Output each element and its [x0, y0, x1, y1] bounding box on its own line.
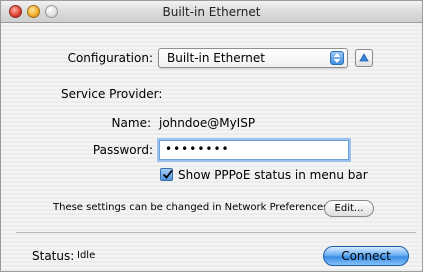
show-status-label[interactable]: Show PPPoE status in menu bar [178, 168, 368, 182]
name-label: Name: [111, 116, 151, 130]
configuration-value: Built-in Ethernet [167, 51, 265, 65]
password-field[interactable]: •••••••• [159, 140, 349, 160]
service-provider-label: Service Provider: [61, 87, 163, 101]
name-value: johndoe@MyISP [159, 116, 256, 130]
status-label: Status: [32, 249, 75, 263]
checkmark-icon [162, 169, 173, 179]
pppoe-window: Built-in Ethernet Configuration: Built-i… [0, 0, 423, 272]
separator [16, 232, 416, 233]
popup-arrows-icon [330, 51, 344, 65]
connect-button[interactable]: Connect [323, 246, 409, 266]
collapse-up-button[interactable] [355, 49, 373, 67]
configuration-select[interactable]: Built-in Ethernet [158, 48, 348, 68]
password-label: Password: [92, 143, 153, 157]
status-value: Idle [77, 250, 96, 261]
triangle-up-icon [359, 53, 369, 62]
password-masked-text: •••••••• [165, 142, 230, 156]
title-bar[interactable]: Built-in Ethernet [1, 1, 422, 23]
edit-button[interactable]: Edit... [324, 200, 374, 217]
configuration-label: Configuration: [67, 51, 153, 65]
window-title: Built-in Ethernet [162, 5, 261, 19]
show-status-checkbox[interactable] [160, 168, 173, 181]
network-prefs-notice: These settings can be changed in Network… [53, 202, 332, 213]
